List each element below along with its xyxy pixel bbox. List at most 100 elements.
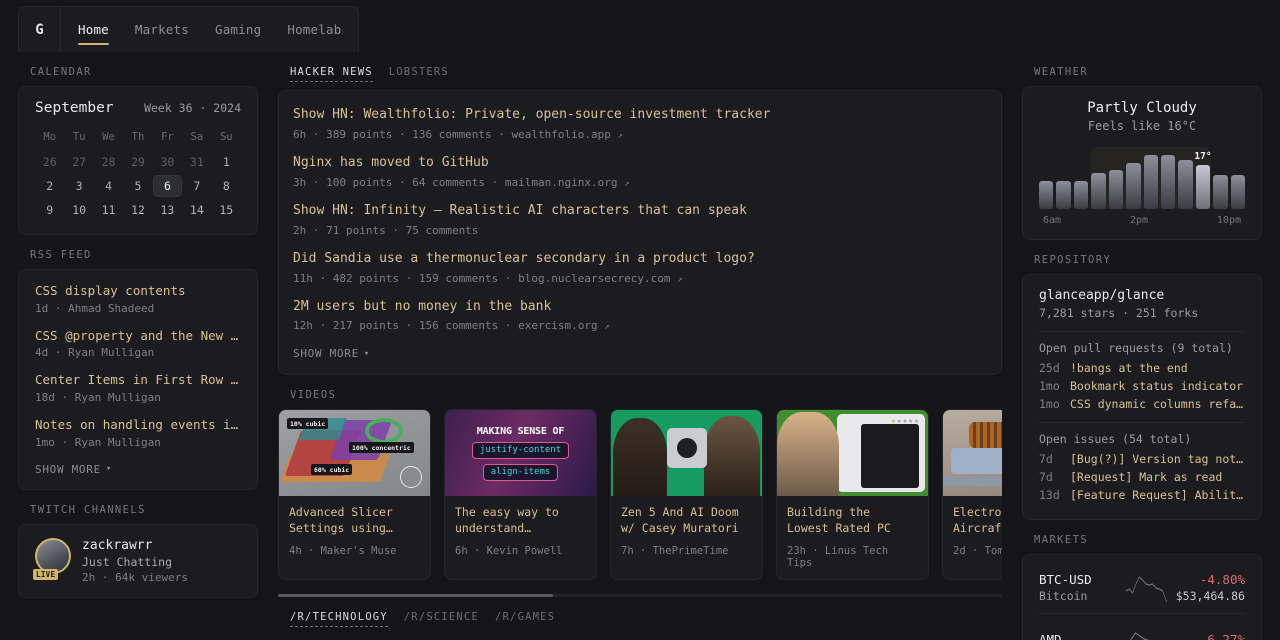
calendar-day[interactable]: 26	[35, 151, 64, 173]
video-card[interactable]: ★★★★★ Building the Lowest Rated PC 23h ·…	[776, 409, 929, 581]
news-item-title[interactable]: Did Sandia use a thermonuclear secondary…	[293, 251, 987, 268]
video-card[interactable]: Zen 5 And AI Doom w/ Casey Muratori 7h ·…	[610, 409, 763, 581]
list-item[interactable]: Show HN: Infinity – Realistic AI charact…	[293, 203, 987, 237]
video-title[interactable]: Advanced Slicer Settings using…	[289, 505, 420, 537]
list-item[interactable]: Did Sandia use a thermonuclear secondary…	[293, 251, 987, 285]
list-item[interactable]: 7d [Request] Mark as read	[1039, 470, 1245, 484]
pr-title[interactable]: !bangs at the end	[1070, 361, 1188, 375]
videos-scrollbar-thumb[interactable]	[278, 594, 554, 598]
rss-item-title[interactable]: CSS @property and the New Style	[35, 328, 241, 344]
rss-item-title[interactable]: CSS display contents	[35, 283, 241, 299]
calendar-day[interactable]: 14	[182, 199, 211, 221]
list-item[interactable]: 7d [Bug(?)] Version tag not showin…	[1039, 452, 1245, 466]
videos-carousel[interactable]: 10% cubic 100% concentric 60% cubic Adva…	[278, 409, 1002, 582]
news-item-meta-text: 11h · 482 points · 159 comments · blog.n…	[293, 271, 671, 285]
video-body: Zen 5 And AI Doom w/ Casey Muratori 7h ·…	[611, 496, 762, 567]
rss-widget: CSS display contents 1d · Ahmad Shadeed …	[18, 269, 258, 490]
calendar-day[interactable]: 5	[123, 175, 152, 197]
weather-condition: Partly Cloudy	[1087, 100, 1197, 116]
calendar-day[interactable]: 12	[123, 199, 152, 221]
calendar-day[interactable]: 31	[182, 151, 211, 173]
video-meta: 23h · Linus Tech Tips	[787, 545, 889, 570]
tab-r-science[interactable]: /R/SCIENCE	[404, 611, 479, 627]
nav-item-gaming[interactable]: Gaming	[202, 7, 274, 52]
calendar-day[interactable]: 8	[212, 175, 241, 197]
list-item[interactable]: Show HN: Wealthfolio: Private, open-sour…	[293, 107, 987, 141]
repository-section-title: REPOSITORY	[1034, 254, 1112, 266]
list-item[interactable]: Nginx has moved to GitHub 3h · 100 point…	[293, 155, 987, 189]
pr-title[interactable]: Bookmark status indicator	[1070, 379, 1243, 393]
main-column: HACKER NEWS LOBSTERS Show HN: Wealthfoli…	[278, 52, 1002, 640]
repository-widget: glanceapp/glance 7,281 stars · 251 forks…	[1022, 274, 1262, 520]
calendar-day[interactable]: 10	[64, 199, 93, 221]
calendar-day[interactable]: 13	[153, 199, 182, 221]
video-card[interactable]: Electromagnetic Aircraft L 2d · Tom S	[942, 409, 1002, 581]
list-item[interactable]: LIVE zackrawrr Just Chatting 2h · 64k vi…	[33, 537, 241, 584]
news-show-more-label: SHOW MORE	[293, 347, 359, 361]
video-title[interactable]: Electromagnetic Aircraft L	[953, 505, 1002, 537]
calendar-day[interactable]: 15	[212, 199, 241, 221]
market-symbol: AMD	[1039, 631, 1062, 640]
news-item-title[interactable]: Show HN: Wealthfolio: Private, open-sour…	[293, 107, 987, 124]
calendar-day[interactable]: 3	[64, 175, 93, 197]
rss-item-title[interactable]: Notes on handling events in We…	[35, 417, 241, 433]
calendar-day[interactable]: 30	[153, 151, 182, 173]
app-header: G Home Markets Gaming Homelab	[0, 0, 1280, 52]
video-card[interactable]: 10% cubic 100% concentric 60% cubic Adva…	[278, 409, 431, 581]
repository-name[interactable]: glanceapp/glance	[1039, 288, 1245, 303]
calendar-dow: Sa	[190, 131, 204, 143]
video-title[interactable]: Building the Lowest Rated PC	[787, 505, 918, 537]
nav-item-homelab[interactable]: Homelab	[274, 7, 354, 52]
issue-title[interactable]: [Request] Mark as read	[1070, 470, 1222, 484]
list-item[interactable]: CSS display contents 1d · Ahmad Shadeed	[35, 283, 241, 315]
list-item[interactable]: 2M users but no money in the bank 12h · …	[293, 299, 987, 333]
news-show-more-button[interactable]: SHOW MORE ▾	[293, 347, 370, 360]
calendar-day[interactable]: 4	[94, 175, 123, 197]
app-logo[interactable]: G	[19, 7, 61, 52]
tab-lobsters[interactable]: LOBSTERS	[389, 66, 449, 82]
video-card[interactable]: MAKING SENSE OF justify-content align-it…	[444, 409, 597, 581]
news-item-meta-text: 12h · 217 points · 156 comments · exerci…	[293, 319, 598, 333]
divider	[1039, 331, 1245, 332]
issue-title[interactable]: [Bug(?)] Version tag not showin…	[1070, 452, 1245, 466]
list-item[interactable]: Notes on handling events in We… 1mo · Ry…	[35, 417, 241, 449]
calendar-day[interactable]: 29	[123, 151, 152, 173]
list-item[interactable]: 25d !bangs at the end	[1039, 361, 1245, 375]
list-item[interactable]: 1mo CSS dynamic columns refactor an…	[1039, 397, 1245, 411]
nav-item-markets[interactable]: Markets	[122, 7, 202, 52]
weather-feels-like: Feels like 16°C	[1087, 119, 1197, 133]
calendar-day[interactable]: 9	[35, 199, 64, 221]
list-item[interactable]: 1mo Bookmark status indicator	[1039, 379, 1245, 393]
news-item-title[interactable]: Show HN: Infinity – Realistic AI charact…	[293, 203, 987, 220]
calendar-day[interactable]: 11	[94, 199, 123, 221]
rss-show-more-button[interactable]: SHOW MORE ▾	[35, 463, 112, 476]
pr-title[interactable]: CSS dynamic columns refactor an…	[1070, 397, 1245, 411]
calendar-day[interactable]: 7	[182, 175, 211, 197]
table-row[interactable]: BTC-USD Bitcoin -4.80% $53,464.86	[1039, 568, 1245, 607]
video-title[interactable]: The easy way to understand flexbox…	[455, 505, 586, 537]
news-item-title[interactable]: 2M users but no money in the bank	[293, 299, 987, 316]
list-item[interactable]: 13d [Feature Request] Ability to ch…	[1039, 488, 1245, 502]
calendar-day[interactable]: 2	[35, 175, 64, 197]
nav-item-home[interactable]: Home	[65, 7, 122, 52]
tab-r-games[interactable]: /R/GAMES	[495, 611, 555, 627]
issue-title[interactable]: [Feature Request] Ability to ch…	[1070, 488, 1245, 502]
calendar-dow: Tu	[72, 131, 86, 143]
calendar-day-today[interactable]: 6	[152, 175, 183, 197]
pr-age: 25d	[1039, 361, 1060, 375]
news-item-title[interactable]: Nginx has moved to GitHub	[293, 155, 987, 172]
list-item[interactable]: Center Items in First Row with… 18d · Ry…	[35, 372, 241, 404]
tab-hacker-news[interactable]: HACKER NEWS	[290, 66, 373, 82]
twitch-channel-name[interactable]: zackrawrr	[82, 538, 188, 553]
tab-r-technology[interactable]: /R/TECHNOLOGY	[290, 611, 388, 628]
news-item-meta-text: 6h · 389 points · 136 comments · wealthf…	[293, 127, 611, 141]
calendar-day[interactable]: 27	[64, 151, 93, 173]
videos-scrollbar[interactable]	[278, 594, 1002, 598]
calendar-day[interactable]: 28	[94, 151, 123, 173]
list-item[interactable]: CSS @property and the New Style 4d · Rya…	[35, 328, 241, 360]
video-title[interactable]: Zen 5 And AI Doom w/ Casey Muratori	[621, 505, 752, 537]
market-labels: BTC-USD Bitcoin	[1039, 572, 1117, 603]
table-row[interactable]: AMD -6.27%	[1039, 620, 1245, 640]
calendar-day[interactable]: 1	[212, 151, 241, 173]
rss-item-title[interactable]: Center Items in First Row with…	[35, 372, 241, 388]
